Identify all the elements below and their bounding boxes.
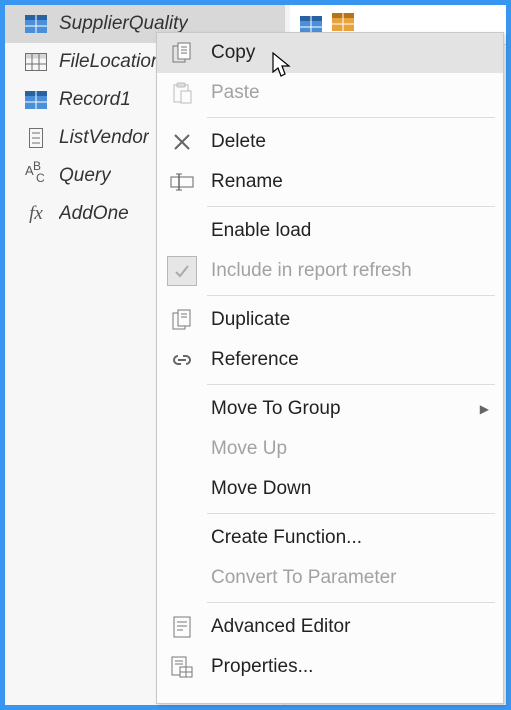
query-label: FileLocation: [59, 51, 161, 73]
menu-move-down[interactable]: Move Down: [157, 469, 503, 509]
advanced-editor-icon: [167, 612, 197, 642]
menu-create-function[interactable]: Create Function...: [157, 518, 503, 558]
menu-label: Properties...: [211, 656, 489, 678]
menu-rename[interactable]: Rename: [157, 162, 503, 202]
table-outline-icon: [25, 51, 47, 73]
blank-icon: [167, 434, 197, 464]
blank-icon: [167, 563, 197, 593]
menu-properties[interactable]: Properties...: [157, 647, 503, 687]
menu-separator: [207, 602, 495, 603]
menu-label: Convert To Parameter: [211, 567, 489, 589]
submenu-arrow-icon: ▶: [480, 402, 489, 416]
blank-icon: [167, 394, 197, 424]
menu-label: Duplicate: [211, 309, 489, 331]
menu-label: Move Up: [211, 438, 489, 460]
query-label: Record1: [59, 89, 131, 111]
menu-paste: Paste: [157, 73, 503, 113]
menu-enable-load[interactable]: Enable load: [157, 211, 503, 251]
query-label: AddOne: [59, 203, 129, 225]
abc-icon: A B C: [25, 165, 47, 187]
menu-label: Reference: [211, 349, 489, 371]
menu-label: Create Function...: [211, 527, 489, 549]
properties-icon: [167, 652, 197, 682]
rename-icon: [167, 167, 197, 197]
copy-icon: [167, 38, 197, 68]
menu-label: Delete: [211, 131, 489, 153]
menu-separator: [207, 117, 495, 118]
menu-reference[interactable]: Reference: [157, 340, 503, 380]
duplicate-icon: [167, 305, 197, 335]
menu-label: Move Down: [211, 478, 489, 500]
menu-label: Move To Group: [211, 398, 466, 420]
query-label: ListVendor: [59, 127, 149, 149]
paste-icon: [167, 78, 197, 108]
query-label: Query: [59, 165, 111, 187]
menu-label: Include in report refresh: [211, 260, 489, 282]
menu-separator: [207, 384, 495, 385]
menu-separator: [207, 206, 495, 207]
menu-advanced-editor[interactable]: Advanced Editor: [157, 607, 503, 647]
menu-label: Copy: [211, 42, 489, 64]
context-menu: Copy Paste Delete Rename Enable load Inc…: [156, 32, 504, 704]
table-icon: [25, 89, 47, 111]
blank-icon: [167, 474, 197, 504]
menu-separator: [207, 513, 495, 514]
menu-label: Rename: [211, 171, 489, 193]
menu-label: Enable load: [211, 220, 489, 242]
reference-icon: [167, 345, 197, 375]
menu-move-up: Move Up: [157, 429, 503, 469]
menu-convert-parameter: Convert To Parameter: [157, 558, 503, 598]
menu-include-refresh: Include in report refresh: [157, 251, 503, 291]
menu-label: Advanced Editor: [211, 616, 489, 638]
menu-label: Paste: [211, 82, 489, 104]
menu-delete[interactable]: Delete: [157, 122, 503, 162]
table-icon: [25, 13, 47, 35]
menu-duplicate[interactable]: Duplicate: [157, 300, 503, 340]
fx-icon: fx: [25, 203, 47, 225]
delete-icon: [167, 127, 197, 157]
menu-move-to-group[interactable]: Move To Group ▶: [157, 389, 503, 429]
checkmark-icon: [167, 256, 197, 286]
blank-icon: [167, 523, 197, 553]
menu-separator: [207, 295, 495, 296]
blank-icon: [167, 216, 197, 246]
list-icon: [25, 127, 47, 149]
menu-copy[interactable]: Copy: [157, 33, 503, 73]
